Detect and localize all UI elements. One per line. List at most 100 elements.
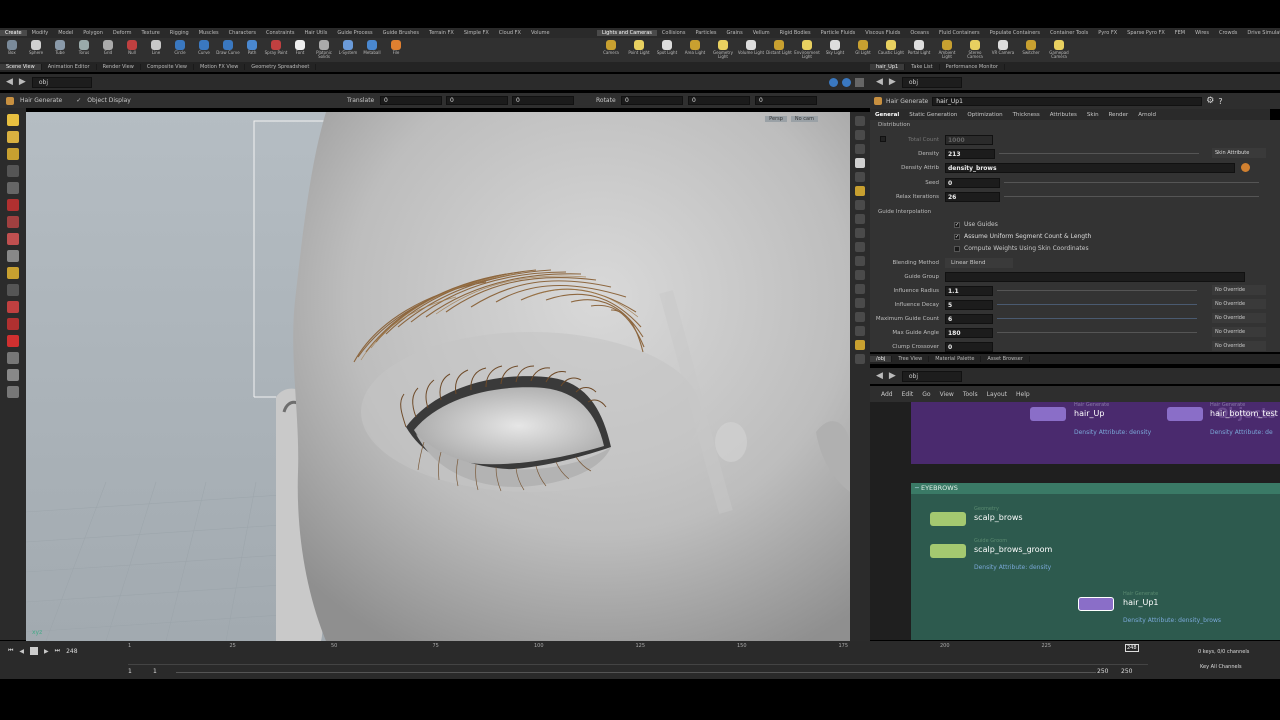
normals-icon[interactable] (855, 242, 865, 252)
menu-layout[interactable]: Layout (987, 391, 1007, 398)
max-guide-angle-field[interactable]: 180 (945, 327, 993, 338)
menu-add[interactable]: Add (881, 391, 893, 398)
brush-tool-icon[interactable] (7, 233, 19, 245)
influence-radius-slider[interactable] (997, 290, 1197, 291)
shelf-tab-pyro-fx[interactable]: Pyro FX (1093, 30, 1122, 36)
eyebrows-box-header[interactable]: ─ EYEBROWS (911, 483, 1280, 494)
persp-menu[interactable]: Persp (765, 116, 787, 122)
shelf-tab-drive-simulation[interactable]: Drive Simulation (1242, 30, 1280, 36)
attrib-picker-icon[interactable] (1241, 163, 1250, 172)
rotate-z-field[interactable]: 0 (755, 96, 817, 105)
clump-crossover-override[interactable]: No Override (1212, 341, 1266, 351)
shelf-tool-stereo-camera[interactable]: Stereo Camera (961, 38, 989, 62)
shelf-tool-box[interactable]: Box (0, 38, 24, 62)
forward-arrow-icon[interactable]: ▶ (889, 371, 896, 381)
tab-material-palette[interactable]: Material Palette (929, 356, 982, 362)
tab-composite-view[interactable]: Composite View (141, 64, 194, 70)
translate-x-field[interactable]: 0 (380, 96, 442, 105)
max-guide-count-field[interactable]: 6 (945, 313, 993, 324)
shelf-tool-metaball[interactable]: Metaball (360, 38, 384, 62)
shelf-tab-oceans[interactable]: Oceans (905, 30, 934, 36)
relax-slider[interactable] (1004, 196, 1259, 197)
shelf-tool-tube[interactable]: Tube (48, 38, 72, 62)
key-all-channels[interactable]: Key All Channels (1200, 664, 1242, 670)
influence-decay-field[interactable]: 5 (945, 299, 993, 310)
shelf-tool-camera[interactable]: Camera (597, 38, 625, 62)
shelf-tab-guide-brushes[interactable]: Guide Brushes (378, 30, 424, 36)
stop-icon[interactable] (30, 647, 39, 655)
step-back-icon[interactable]: ◀ (19, 648, 24, 655)
shelf-tab-modify[interactable]: Modify (27, 30, 54, 36)
ghost-icon[interactable] (855, 144, 865, 154)
camera-menu[interactable]: No cam (790, 116, 818, 122)
blending-menu[interactable]: Linear Blend (945, 257, 1013, 268)
shelf-tool-distant-light[interactable]: Distant Light (765, 38, 793, 62)
seed-slider[interactable] (1004, 182, 1259, 183)
shelf-tool-null[interactable]: Null (120, 38, 144, 62)
range-start-field[interactable]: 1 (153, 668, 157, 675)
start-frame-field[interactable]: 1 (128, 668, 132, 675)
shelf-tab-terrain-fx[interactable]: Terrain FX (424, 30, 459, 36)
shelf-tab-wires[interactable]: Wires (1190, 30, 1214, 36)
node-hair-up-icon[interactable] (1030, 407, 1066, 421)
rotate-y-field[interactable]: 0 (688, 96, 750, 105)
snap-tool-icon[interactable] (7, 267, 19, 279)
shelf-tab-particles[interactable]: Particles (690, 30, 721, 36)
param-subtab-general[interactable]: General (870, 112, 904, 118)
magnet-icon[interactable] (7, 301, 19, 313)
numbers-icon[interactable] (855, 256, 865, 266)
shelf-tab-rigid-bodies[interactable]: Rigid Bodies (775, 30, 816, 36)
shading-sphere-icon[interactable] (855, 158, 865, 168)
shelf-tab-viscous-fluids[interactable]: Viscous Fluids (860, 30, 905, 36)
param-subtab-optimization[interactable]: Optimization (962, 112, 1007, 118)
shelf-tool-geometry-light[interactable]: Geometry Light (709, 38, 737, 62)
shelf-tool-gi-light[interactable]: GI Light (849, 38, 877, 62)
param-subtab-thickness[interactable]: Thickness (1008, 112, 1045, 118)
tab-animation-editor[interactable]: Animation Editor (42, 64, 97, 70)
menu-go[interactable]: Go (922, 391, 930, 398)
rotate-tool-icon[interactable] (7, 148, 19, 160)
shelf-tab-populate-containers[interactable]: Populate Containers (985, 30, 1045, 36)
tab-asset-browser[interactable]: Asset Browser (981, 356, 1030, 362)
max-guide-count-slider[interactable] (997, 318, 1197, 319)
shelf-tool-grid[interactable]: Grid (96, 38, 120, 62)
tab-render-view[interactable]: Render View (97, 64, 141, 70)
shelf-tool-area-light[interactable]: Area Light (681, 38, 709, 62)
eye-icon[interactable] (855, 354, 865, 364)
visibility-icon[interactable] (855, 200, 865, 210)
gear-icon[interactable]: ⚙ (1206, 96, 1214, 106)
shelf-tool-portal-light[interactable]: Portal Light (905, 38, 933, 62)
shelf-tab-fluid-containers[interactable]: Fluid Containers (934, 30, 985, 36)
help-icon[interactable]: ? (1218, 97, 1222, 106)
node-name-field[interactable]: hair_Up1 (932, 96, 1203, 106)
object-display-check[interactable]: ✓ (76, 97, 81, 104)
jump-start-icon[interactable]: ⏮ (8, 647, 13, 655)
info-icon[interactable] (855, 326, 865, 336)
shelf-tool-line[interactable]: Line (144, 38, 168, 62)
shelf-tab-polygon[interactable]: Polygon (78, 30, 108, 36)
influence-radius-override[interactable]: No Override (1212, 285, 1266, 295)
shelf-tool-font[interactable]: Font (288, 38, 312, 62)
rotate-x-field[interactable]: 0 (621, 96, 683, 105)
shelf-tab-guide-process[interactable]: Guide Process (332, 30, 377, 36)
param-subtab-render[interactable]: Render (1104, 112, 1134, 118)
layout-icon[interactable] (855, 340, 865, 350)
param-path-field[interactable]: obj (901, 76, 962, 88)
menu-help[interactable]: Help (1016, 391, 1030, 398)
range-end-field[interactable]: 250 (1097, 668, 1108, 675)
influence-radius-field[interactable]: 1.1 (945, 285, 993, 296)
tab-tree-view[interactable]: Tree View (892, 356, 930, 362)
visibility-icon[interactable] (7, 352, 19, 364)
influence-decay-override[interactable]: No Override (1212, 299, 1266, 309)
forward-arrow-icon[interactable]: ▶ (889, 77, 896, 87)
param-subtab-static-generation[interactable]: Static Generation (904, 112, 962, 118)
shelf-tab-model[interactable]: Model (53, 30, 78, 36)
shelf-tool-switcher[interactable]: Switcher (1017, 38, 1045, 62)
network-editor[interactable]: Objects Hair Generate hair_Up Density At… (870, 402, 1280, 640)
camera-icon[interactable] (842, 77, 851, 87)
tab-obj[interactable]: /obj (870, 356, 893, 362)
menu-view[interactable]: View (940, 391, 954, 398)
shelf-tab-crowds[interactable]: Crowds (1214, 30, 1242, 36)
shelf-tab-texture[interactable]: Texture (136, 30, 164, 36)
end-frame-field[interactable]: 250 (1121, 668, 1132, 675)
